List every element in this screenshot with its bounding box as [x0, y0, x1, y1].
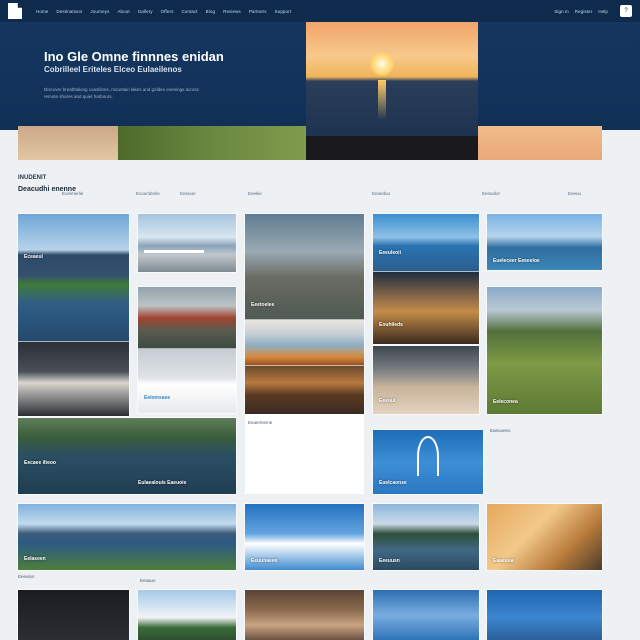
card-caption: Eeeuusn: [379, 558, 400, 564]
gallery-card-dark[interactable]: [18, 590, 129, 640]
gallery-card-surf[interactable]: [487, 590, 602, 640]
card-caption: Eeeuul: [379, 398, 396, 404]
column-heading-4[interactable]: Eeekie: [248, 191, 262, 196]
empty-panel: [245, 414, 364, 494]
nav-item-1[interactable]: Home: [36, 9, 48, 14]
hero-strip-dusk: [478, 126, 602, 160]
gallery-card-valley[interactable]: Eelaseen: [18, 504, 236, 570]
hero-text: Ino Gle Omne finnnes enidan Cobrilleel E…: [44, 50, 294, 100]
gallery-card-town[interactable]: [138, 287, 236, 349]
nav-item-9[interactable]: Reviews: [223, 9, 241, 14]
gallery-card-lake-blue[interactable]: Eueleceer Eeeeeioe: [487, 214, 602, 270]
card-subcaption: Eaeuoeeo: [490, 428, 511, 433]
nav-item-3[interactable]: Journeys: [90, 9, 109, 14]
gallery-card-grassland[interactable]: Eeleconea: [487, 287, 602, 414]
gallery-card-island[interactable]: Eecaee ilteoo Eulaealouis Eaeuoie: [18, 418, 236, 494]
gallery-card-dunes[interactable]: [245, 590, 364, 640]
card-caption: Eouhileds: [379, 322, 403, 328]
hero-sunset-image[interactable]: [306, 22, 478, 136]
card-caption: Eeleconea: [493, 399, 518, 405]
nav-item-2[interactable]: Destinations: [56, 9, 82, 14]
nav-item-5[interactable]: Gallery: [138, 9, 153, 14]
section-label: INUDENIT: [18, 175, 47, 181]
user-menu: Sign in Register Help ?: [554, 5, 632, 17]
column-heading-5[interactable]: Eeaeduu: [372, 191, 390, 196]
nav-item-11[interactable]: Support: [275, 9, 291, 14]
card-caption-secondary: Eulaealouis Eaeuoie: [138, 480, 187, 486]
hero-title: Ino Gle Omne finnnes enidan: [44, 49, 224, 64]
gallery-card-pier[interactable]: Eeetoelee: [245, 214, 364, 320]
shoreline: [144, 250, 204, 253]
card-caption: Euelcaonse: [379, 480, 407, 486]
card-caption: Eaaeuua: [493, 558, 514, 564]
arch-graphic: [417, 436, 439, 476]
gallery-card-bay[interactable]: [138, 214, 236, 272]
card-subcaption: Eeeulon: [18, 574, 35, 579]
nav-item-6[interactable]: Offers: [161, 9, 174, 14]
menu-button[interactable]: ?: [620, 5, 632, 17]
sign-in-link[interactable]: Sign in: [554, 9, 568, 14]
column-heading-7[interactable]: Eeeuu: [568, 191, 581, 196]
card-caption: Eeetoelee: [251, 302, 275, 308]
card-caption: Eelomsaee: [144, 395, 171, 401]
hero-subtitle: Cobrilleel Eriteles Elceo Eulaeilenos: [44, 65, 182, 74]
logo-icon[interactable]: [8, 3, 22, 19]
card-caption: Eecaee ilteoo: [24, 460, 56, 466]
gallery-card-sky-wave[interactable]: Eeuunaeee: [245, 504, 364, 570]
column-heading-3[interactable]: Eeeuun: [180, 191, 196, 196]
gallery-card-sea[interactable]: Eelomsaee: [138, 349, 236, 413]
main-nav: Home Destinations Journeys About Gallery…: [36, 9, 546, 14]
card-caption: Eueleceer Eeeeeioe: [493, 258, 540, 264]
gallery-card-building[interactable]: [138, 590, 236, 640]
hero-image-shadow: [306, 136, 478, 160]
gallery-card-wing[interactable]: Euelcaonse: [373, 430, 483, 494]
hero-description: Discover breathtaking coastlines, mounta…: [44, 87, 199, 99]
column-heading-2[interactable]: Ecuumbmle: [136, 191, 160, 196]
card-subcaption: Eeaaun: [140, 578, 156, 583]
hero-strip-sand: [18, 126, 118, 160]
gallery-card-boat[interactable]: [18, 342, 129, 416]
top-navigation-bar: Home Destinations Journeys About Gallery…: [0, 0, 640, 22]
gallery-card-lodge[interactable]: [245, 366, 364, 414]
gallery-card-harbour[interactable]: Eeeuleoii: [373, 214, 479, 272]
help-link[interactable]: Help: [598, 9, 608, 14]
column-heading-1[interactable]: Eueimerlie: [62, 191, 83, 196]
nav-item-4[interactable]: About: [117, 9, 129, 14]
column-heading-6[interactable]: Eeeuulor: [482, 191, 500, 196]
sun-reflection: [378, 80, 386, 120]
nav-item-7[interactable]: Contact: [181, 9, 197, 14]
gallery-card-mountain-lake[interactable]: Eceaeul: [18, 214, 129, 342]
register-link[interactable]: Register: [575, 9, 593, 14]
sun-graphic: [370, 52, 394, 76]
gallery-card-golden-hour[interactable]: Eaaeuua: [487, 504, 602, 570]
gallery-card-beach[interactable]: Eeeuul: [373, 346, 479, 414]
nav-item-8[interactable]: Blog: [206, 9, 215, 14]
gallery-card-wharf[interactable]: Eouhileds: [373, 272, 479, 344]
card-subcaption: Eeaerineme: [248, 420, 273, 425]
nav-item-10[interactable]: Partners: [249, 9, 267, 14]
gallery-card-calm-sea[interactable]: [373, 590, 479, 640]
card-caption: Eelaseen: [24, 556, 46, 562]
card-caption: Eceaeul: [24, 254, 43, 260]
hero-strip-meadow: [118, 126, 306, 160]
gallery-card-sunset-water[interactable]: [245, 320, 364, 366]
card-caption: Eeeuleoii: [379, 250, 401, 256]
card-caption: Eeuunaeee: [251, 558, 278, 564]
gallery-card-reflection[interactable]: Eeeuusn: [373, 504, 479, 570]
